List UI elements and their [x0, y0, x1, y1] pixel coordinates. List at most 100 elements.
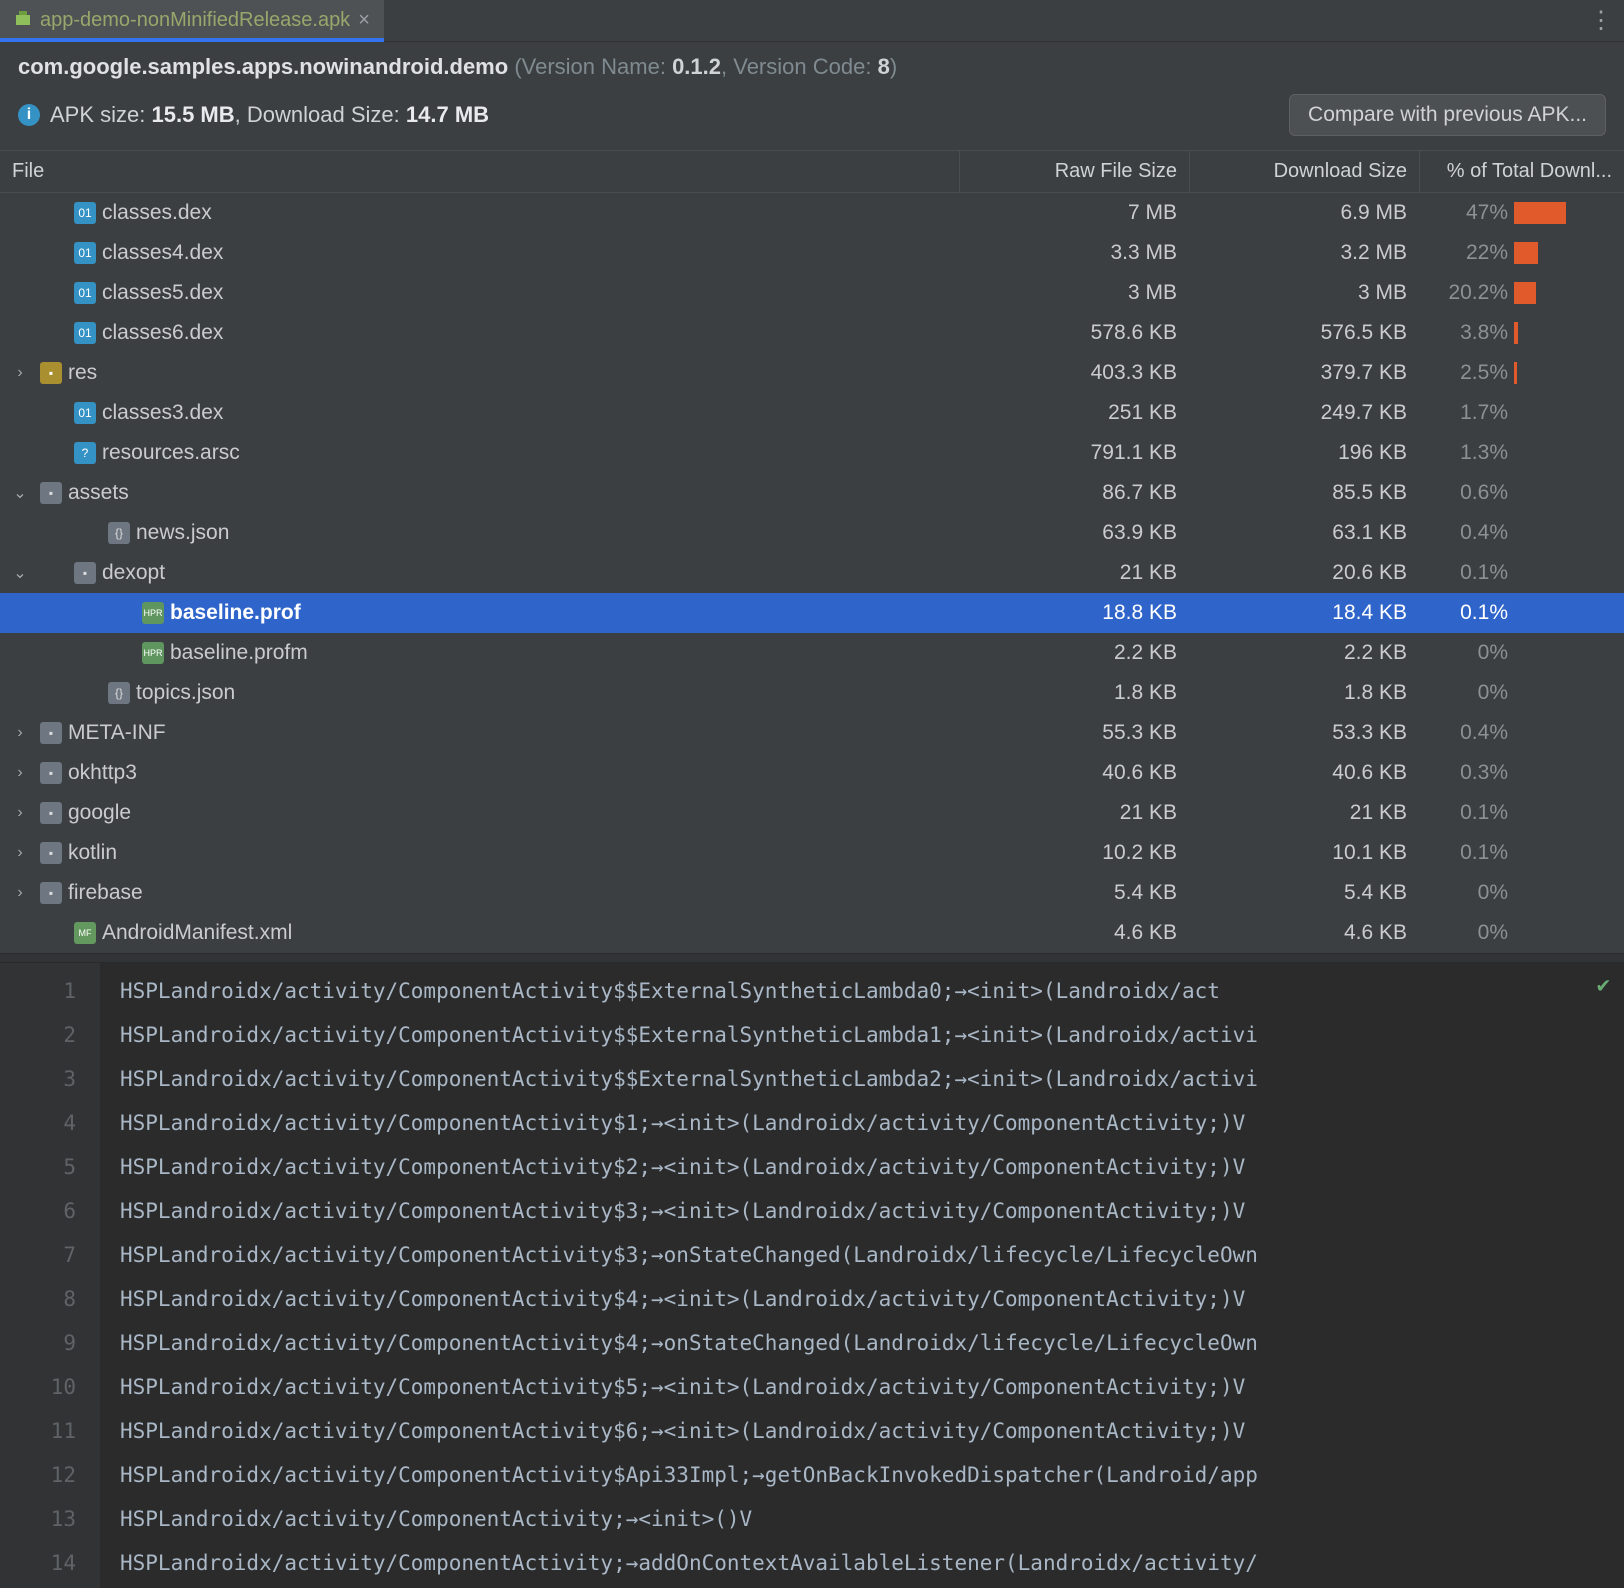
table-row[interactable]: ›▪ okhttp340.6 KB40.6 KB0.3%	[0, 753, 1624, 793]
dex-icon: 01	[74, 242, 96, 264]
chevron-down-icon[interactable]: ⌄	[12, 483, 28, 503]
info-icon: i	[18, 104, 40, 126]
table-header: File Raw File Size Download Size % of To…	[0, 151, 1624, 193]
raw-size: 3 MB	[959, 281, 1189, 305]
apk-size-label: APK size: 15.5 MB, Download Size: 14.7 M…	[50, 102, 489, 128]
file-name: resources.arsc	[102, 441, 240, 465]
code-line: HSPLandroidx/activity/ComponentActivity$…	[120, 1189, 1624, 1233]
percent: 0.6%	[1419, 481, 1514, 505]
file-name: classes3.dex	[102, 401, 223, 425]
percent: 0%	[1419, 681, 1514, 705]
download-size: 196 KB	[1189, 441, 1419, 465]
dex-icon: 01	[74, 282, 96, 304]
table-row[interactable]: ›▪ firebase5.4 KB5.4 KB0%	[0, 873, 1624, 913]
file-name: topics.json	[136, 681, 235, 705]
percent: 0.4%	[1419, 521, 1514, 545]
compare-apk-button[interactable]: Compare with previous APK...	[1289, 94, 1606, 136]
code-line: HSPLandroidx/activity/ComponentActivity$…	[120, 969, 1624, 1013]
foldy-icon: ▪	[40, 362, 62, 384]
raw-size: 21 KB	[959, 801, 1189, 825]
download-size: 18.4 KB	[1189, 601, 1419, 625]
download-size: 576.5 KB	[1189, 321, 1419, 345]
table-row[interactable]: ›▪ kotlin10.2 KB10.1 KB0.1%	[0, 833, 1624, 873]
inspection-ok-icon: ✔	[1597, 973, 1610, 998]
download-size: 379.7 KB	[1189, 361, 1419, 385]
chevron-right-icon[interactable]: ›	[12, 764, 28, 782]
percent: 0.4%	[1419, 721, 1514, 745]
close-icon[interactable]: ×	[358, 9, 370, 32]
code-lines[interactable]: HSPLandroidx/activity/ComponentActivity$…	[100, 963, 1624, 1588]
table-row[interactable]: 01 classes.dex7 MB6.9 MB47%	[0, 193, 1624, 233]
table-row[interactable]: ? resources.arsc791.1 KB196 KB1.3%	[0, 433, 1624, 473]
raw-size: 1.8 KB	[959, 681, 1189, 705]
chevron-right-icon[interactable]: ›	[12, 804, 28, 822]
download-size: 20.6 KB	[1189, 561, 1419, 585]
col-file[interactable]: File	[0, 151, 959, 192]
chevron-right-icon[interactable]: ›	[12, 724, 28, 742]
file-name: news.json	[136, 521, 229, 545]
col-percent[interactable]: % of Total Downl...	[1419, 151, 1624, 192]
code-line: HSPLandroidx/activity/ComponentActivity$…	[120, 1101, 1624, 1145]
raw-size: 7 MB	[959, 201, 1189, 225]
code-line: HSPLandroidx/activity/ComponentActivity;…	[120, 1541, 1624, 1585]
tab-bar: app-demo-nonMinifiedRelease.apk × ⋮	[0, 0, 1624, 42]
raw-size: 10.2 KB	[959, 841, 1189, 865]
fold-icon: ▪	[40, 762, 62, 784]
download-size: 2.2 KB	[1189, 641, 1419, 665]
table-row[interactable]: ⌄▪ dexopt21 KB20.6 KB0.1%	[0, 553, 1624, 593]
percent: 3.8%	[1419, 321, 1514, 345]
prof-icon: HPR	[142, 602, 164, 624]
percent-bar	[1514, 202, 1566, 224]
raw-size: 251 KB	[959, 401, 1189, 425]
percent: 0%	[1419, 881, 1514, 905]
fold-icon: ▪	[40, 842, 62, 864]
dex-icon: 01	[74, 402, 96, 424]
percent-bar	[1514, 242, 1538, 264]
splitter[interactable]	[0, 953, 1624, 963]
table-row[interactable]: 01 classes5.dex3 MB3 MB20.2%	[0, 273, 1624, 313]
table-row[interactable]: ›▪ res403.3 KB379.7 KB2.5%	[0, 353, 1624, 393]
download-size: 4.6 KB	[1189, 921, 1419, 945]
chevron-right-icon[interactable]: ›	[12, 844, 28, 862]
percent: 0.1%	[1419, 601, 1514, 625]
col-raw-size[interactable]: Raw File Size	[959, 151, 1189, 192]
col-download-size[interactable]: Download Size	[1189, 151, 1419, 192]
table-row[interactable]: 01 classes6.dex578.6 KB576.5 KB3.8%	[0, 313, 1624, 353]
download-size: 63.1 KB	[1189, 521, 1419, 545]
download-size: 10.1 KB	[1189, 841, 1419, 865]
table-row[interactable]: {} topics.json1.8 KB1.8 KB0%	[0, 673, 1624, 713]
code-line: HSPLandroidx/activity/ComponentActivity$…	[120, 1233, 1624, 1277]
chevron-down-icon[interactable]: ⌄	[12, 563, 28, 583]
percent: 20.2%	[1419, 281, 1514, 305]
raw-size: 40.6 KB	[959, 761, 1189, 785]
code-line: HSPLandroidx/activity/ComponentActivity$…	[120, 1321, 1624, 1365]
table-row[interactable]: MF AndroidManifest.xml4.6 KB4.6 KB0%	[0, 913, 1624, 953]
chevron-right-icon[interactable]: ›	[12, 364, 28, 382]
file-name: firebase	[68, 881, 143, 905]
table-row[interactable]: HPR baseline.prof18.8 KB18.4 KB0.1%	[0, 593, 1624, 633]
percent-bar	[1514, 322, 1518, 344]
table-row[interactable]: HPR baseline.profm2.2 KB2.2 KB0%	[0, 633, 1624, 673]
table-row[interactable]: ⌄▪ assets86.7 KB85.5 KB0.6%	[0, 473, 1624, 513]
file-name: assets	[68, 481, 129, 505]
tab-apk-analyzer[interactable]: app-demo-nonMinifiedRelease.apk ×	[0, 0, 384, 41]
file-table: File Raw File Size Download Size % of To…	[0, 150, 1624, 953]
percent: 0%	[1419, 641, 1514, 665]
tab-menu-icon[interactable]: ⋮	[1578, 0, 1624, 41]
fold-icon: ▪	[40, 722, 62, 744]
percent-bar	[1514, 362, 1517, 384]
percent: 0.1%	[1419, 801, 1514, 825]
code-line: HSPLandroidx/activity/ComponentActivity$…	[120, 1409, 1624, 1453]
table-row[interactable]: ›▪ META-INF55.3 KB53.3 KB0.4%	[0, 713, 1624, 753]
file-name: baseline.prof	[170, 601, 301, 625]
prof-icon: HPR	[142, 642, 164, 664]
table-row[interactable]: ›▪ google21 KB21 KB0.1%	[0, 793, 1624, 833]
file-name: classes6.dex	[102, 321, 223, 345]
chevron-right-icon[interactable]: ›	[12, 884, 28, 902]
dex-icon: 01	[74, 322, 96, 344]
table-row[interactable]: 01 classes4.dex3.3 MB3.2 MB22%	[0, 233, 1624, 273]
download-size: 85.5 KB	[1189, 481, 1419, 505]
table-row[interactable]: {} news.json63.9 KB63.1 KB0.4%	[0, 513, 1624, 553]
code-line: HSPLandroidx/activity/ComponentActivity$…	[120, 1365, 1624, 1409]
table-row[interactable]: 01 classes3.dex251 KB249.7 KB1.7%	[0, 393, 1624, 433]
